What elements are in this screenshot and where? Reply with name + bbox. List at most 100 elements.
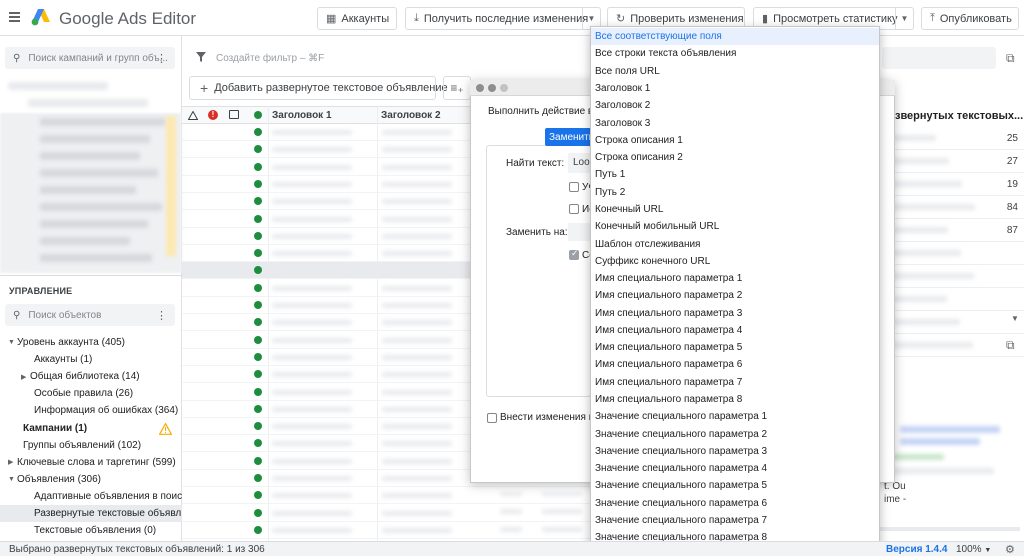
- accounts-button[interactable]: ▦ Аккаунты: [317, 7, 397, 30]
- blurred-tree-item[interactable]: [40, 186, 136, 194]
- blurred-cell[interactable]: [382, 233, 452, 239]
- list-item[interactable]: 25: [880, 127, 1024, 150]
- tree-item[interactable]: ▼ Объявления (306): [0, 471, 182, 488]
- blurred-cell[interactable]: [382, 406, 452, 412]
- tab-replace[interactable]: Заменить: [545, 128, 594, 146]
- settings-icon[interactable]: ⚙: [1005, 543, 1015, 556]
- dropdown-option[interactable]: Строка описания 1: [591, 132, 879, 149]
- blurred-cell[interactable]: [272, 424, 352, 430]
- blurred-cell[interactable]: [382, 199, 452, 205]
- blurred-cell[interactable]: [382, 320, 452, 326]
- dropdown-option[interactable]: Шаблон отслеживания: [591, 235, 879, 252]
- blurred-cell[interactable]: [272, 441, 352, 447]
- blurred-cell[interactable]: [272, 406, 352, 412]
- dropdown-option[interactable]: Значение специального параметра 3: [591, 443, 879, 460]
- checkbox-2[interactable]: [569, 204, 579, 214]
- expand-right-icon[interactable]: ▶: [21, 373, 30, 381]
- chevron-down-icon[interactable]: ▼: [895, 8, 913, 29]
- right-search-input[interactable]: [882, 47, 996, 69]
- blurred-tree-item[interactable]: [40, 169, 158, 177]
- blurred-cell[interactable]: [272, 268, 352, 274]
- list-item[interactable]: 19: [880, 173, 1024, 196]
- dropdown-option[interactable]: Значение специального параметра 2: [591, 425, 879, 442]
- checkbox-1[interactable]: [569, 182, 579, 192]
- publish-button[interactable]: ⤒ Опубликовать: [921, 7, 1019, 30]
- open-external-icon[interactable]: ⧉: [1006, 51, 1018, 65]
- expand-down-icon[interactable]: ▼: [8, 339, 17, 346]
- blurred-cell[interactable]: [382, 216, 452, 222]
- blurred-cell[interactable]: [272, 181, 352, 187]
- blurred-cell[interactable]: [382, 130, 452, 135]
- version-link[interactable]: Версия 1.4.4: [886, 544, 947, 555]
- close-dot-icon[interactable]: [476, 84, 484, 92]
- add-ad-button[interactable]: + Добавить развернутое текстовое объявлен…: [189, 76, 448, 100]
- blurred-tree-item[interactable]: [28, 99, 148, 107]
- list-item[interactable]: [880, 288, 1024, 311]
- checkbox-3[interactable]: [569, 248, 579, 260]
- blurred-cell[interactable]: [382, 268, 452, 274]
- blurred-cell[interactable]: [382, 285, 452, 291]
- dropdown-option[interactable]: Конечный мобильный URL: [591, 218, 879, 235]
- blurred-tree-item[interactable]: [40, 203, 162, 211]
- tree-item[interactable]: Аккаунты (1): [0, 351, 182, 368]
- tree-item[interactable]: Группы объявлений (102): [0, 437, 182, 454]
- triangle-icon[interactable]: [188, 111, 198, 120]
- blurred-cell[interactable]: [382, 147, 452, 153]
- chevron-down-icon[interactable]: ▼: [1011, 314, 1019, 323]
- dropdown-option[interactable]: Имя специального параметра 8: [591, 391, 879, 408]
- blurred-cell[interactable]: [272, 510, 352, 516]
- blurred-cell[interactable]: [382, 510, 452, 516]
- expand-right-icon[interactable]: ▶: [8, 458, 17, 466]
- zoom-select[interactable]: 100% ▼: [956, 544, 991, 555]
- blurred-tree-item[interactable]: [40, 254, 152, 262]
- tree-item[interactable]: Развернутые текстовые объявл...: [0, 505, 182, 522]
- open-external-icon[interactable]: ⧉: [1006, 338, 1015, 353]
- apply-changes-checkbox[interactable]: [487, 413, 497, 423]
- blurred-cell[interactable]: [272, 251, 352, 257]
- dropdown-option[interactable]: Все поля URL: [591, 63, 879, 80]
- minimize-dot-icon[interactable]: [488, 84, 496, 92]
- get-changes-button[interactable]: ⤓ Получить последние изменения ▼: [405, 7, 601, 30]
- blurred-cell[interactable]: [272, 164, 352, 170]
- dropdown-option[interactable]: Все соответствующие поля: [591, 28, 879, 46]
- blurred-cell[interactable]: [382, 372, 452, 378]
- blurred-cell[interactable]: [382, 441, 452, 447]
- column-header-headline-2[interactable]: Заголовок 2: [381, 110, 441, 121]
- list-item[interactable]: 87: [880, 219, 1024, 242]
- dropdown-option[interactable]: Путь 2: [591, 184, 879, 201]
- tree-item[interactable]: ▼ Уровень аккаунта (405): [0, 334, 182, 351]
- expand-down-icon[interactable]: ▼: [8, 476, 17, 483]
- tree-item[interactable]: Кампании (1): [0, 420, 182, 437]
- list-item[interactable]: [880, 334, 1024, 357]
- list-item[interactable]: [880, 242, 1024, 265]
- status-icon[interactable]: [254, 111, 262, 119]
- object-search-input[interactable]: ⚲ Поиск объектов ⋮: [5, 304, 175, 326]
- blurred-cell[interactable]: [272, 199, 352, 205]
- blurred-cell[interactable]: [382, 354, 452, 360]
- dropdown-option[interactable]: Значение специального параметра 7: [591, 512, 879, 529]
- blurred-cell[interactable]: [382, 424, 452, 430]
- tree-item[interactable]: ▶ Ключевые слова и таргетинг (599): [0, 454, 182, 471]
- menu-icon[interactable]: [9, 12, 20, 22]
- blurred-cell[interactable]: [272, 233, 352, 239]
- column-header-headline-1[interactable]: Заголовок 1: [272, 110, 332, 121]
- dropdown-option[interactable]: Конечный URL: [591, 201, 879, 218]
- blurred-cell[interactable]: [272, 303, 352, 308]
- list-item[interactable]: [880, 265, 1024, 288]
- dropdown-option[interactable]: Имя специального параметра 6: [591, 356, 879, 373]
- find-text-input[interactable]: Look: [568, 153, 591, 173]
- dropdown-option[interactable]: Значение специального параметра 5: [591, 477, 879, 494]
- blurred-tree-item[interactable]: [40, 152, 140, 160]
- add-rows-button[interactable]: ≡₊: [443, 76, 471, 100]
- tree-item[interactable]: ▶ Общая библиотека (14): [0, 368, 182, 385]
- dropdown-option[interactable]: Заголовок 2: [591, 97, 879, 114]
- blurred-cell[interactable]: [272, 320, 352, 326]
- blurred-cell[interactable]: [272, 458, 352, 464]
- blurred-cell[interactable]: [272, 130, 352, 135]
- list-item[interactable]: 84: [880, 196, 1024, 219]
- blurred-cell[interactable]: [382, 389, 452, 395]
- dropdown-option[interactable]: Заголовок 1: [591, 80, 879, 97]
- dropdown-option[interactable]: Имя специального параметра 5: [591, 339, 879, 356]
- horizontal-scrollbar[interactable]: [880, 527, 1020, 531]
- dropdown-option[interactable]: Заголовок 3: [591, 114, 879, 131]
